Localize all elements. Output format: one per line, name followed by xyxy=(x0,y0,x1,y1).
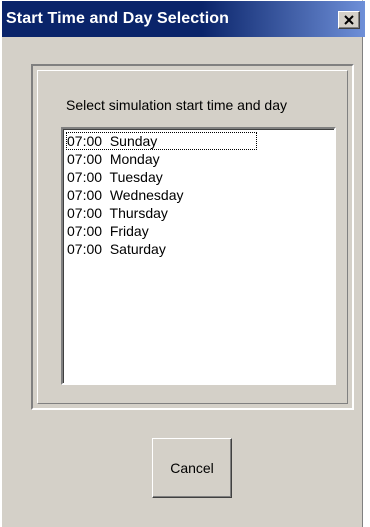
list-item[interactable]: 07:00 Thursday xyxy=(66,204,168,222)
title-bar[interactable]: Start Time and Day Selection xyxy=(2,1,365,37)
dialog-window: Start Time and Day Selection Select simu… xyxy=(0,0,365,527)
list-item[interactable]: 07:00 Friday xyxy=(66,222,149,240)
close-button[interactable] xyxy=(338,11,360,29)
window-title: Start Time and Day Selection xyxy=(6,10,230,27)
selection-prompt: Select simulation start time and day xyxy=(66,97,287,113)
close-icon xyxy=(344,15,354,25)
cancel-button[interactable]: Cancel xyxy=(152,438,232,498)
list-item[interactable]: 07:00 Tuesday xyxy=(66,168,163,186)
cancel-button-label: Cancel xyxy=(170,460,214,476)
list-item[interactable]: 07:00 Sunday xyxy=(66,132,257,150)
list-item[interactable]: 07:00 Saturday xyxy=(66,240,166,258)
list-item[interactable]: 07:00 Monday xyxy=(66,150,160,168)
start-time-listbox[interactable]: 07:00 Sunday 07:00 Monday 07:00 Tuesday … xyxy=(61,127,336,385)
list-item[interactable]: 07:00 Wednesday xyxy=(66,186,184,204)
